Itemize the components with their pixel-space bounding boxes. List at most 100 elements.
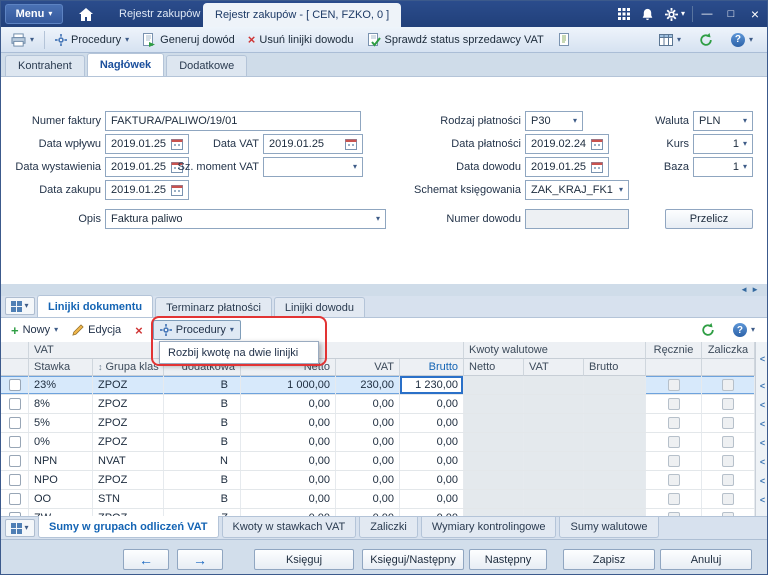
numer-faktury-input[interactable]: FAKTURA/PALIWO/19/01 [105,111,361,131]
row-checkbox[interactable] [9,436,21,448]
cell-brutto[interactable]: 0,00 [400,452,464,470]
header-tab[interactable]: Kontrahent [5,55,85,76]
group-recznie[interactable]: Ręcznie [646,342,702,359]
cell-stawka[interactable]: 23% [29,376,93,394]
cell-recznie[interactable] [646,433,702,451]
cell-recznie[interactable] [646,414,702,432]
minimize-button[interactable]: — [695,1,719,27]
cell-rodzaj[interactable]: B [164,414,241,432]
help-button[interactable]: ? ▾ [726,31,758,49]
bell-icon[interactable] [641,8,654,21]
cell-stawka[interactable]: NPO [29,471,93,489]
recznie-checkbox[interactable] [668,417,680,429]
row-select-cell[interactable] [1,471,29,489]
maximize-button[interactable]: □ [719,1,743,27]
chevron-down-icon[interactable]: ▾ [743,163,747,171]
chevron-down-icon[interactable]: ▾ [573,117,577,125]
recznie-checkbox[interactable] [668,379,680,391]
col-grupa-klas[interactable]: ↕Grupa klas [93,359,164,376]
col-vat[interactable]: VAT [336,359,400,376]
rodzaj-platnosci-select[interactable]: P30▾ [525,111,583,131]
row-select-cell[interactable] [1,395,29,413]
new-line-button[interactable]: + Nowy ▾ [7,320,62,340]
collapse-icon[interactable]: < [756,452,768,471]
ksieguj-button[interactable]: Księguj [254,549,354,570]
kurs-input[interactable]: 1▾ [693,134,753,154]
anuluj-button[interactable]: Anuluj [660,549,752,570]
cell-grupa[interactable]: NVAT [93,452,164,470]
edit-line-button[interactable]: Edycja [68,320,125,340]
cell-netto[interactable]: 0,00 [241,471,336,489]
col-vat-walutowe[interactable]: VAT [524,359,584,376]
collapse-icon[interactable]: < [756,433,768,452]
calendar-icon[interactable] [171,184,183,196]
grid-layout-button[interactable]: ▾ [5,297,35,315]
cell-zaliczka[interactable] [702,376,755,394]
collapse-icon[interactable]: < [756,342,768,376]
table-row[interactable]: 8% ZPOZ B 0,00 0,00 0,00 [1,395,755,414]
header-tab[interactable]: Dodatkowe [166,55,247,76]
cell-rodzaj[interactable]: Z [164,509,241,516]
table-row[interactable]: OO STN B 0,00 0,00 0,00 [1,490,755,509]
cell-zaliczka[interactable] [702,414,755,432]
group-kwoty-walutowe[interactable]: Kwoty walutowe [464,342,646,359]
cell-rodzaj[interactable]: B [164,471,241,489]
cell-netto[interactable]: 1 000,00 [241,376,336,394]
zapisz-button[interactable]: Zapisz [563,549,655,570]
row-collapse-strip[interactable]: < < < < < < < < < [755,342,768,516]
row-checkbox[interactable] [9,417,21,429]
cell-brutto[interactable]: 0,00 [400,433,464,451]
lines-tab[interactable]: Terminarz płatności [155,297,272,317]
cell-stawka[interactable]: OO [29,490,93,508]
schemat-ksiegowania-select[interactable]: ZAK_KRAJ_FK1▾ [525,180,629,200]
summary-tab[interactable]: Wymiary kontrolingowe [421,517,557,538]
delete-line-button[interactable]: × [131,320,147,340]
table-row[interactable]: NPO ZPOZ B 0,00 0,00 0,00 [1,471,755,490]
row-select-cell[interactable] [1,490,29,508]
close-button[interactable]: × [743,1,767,27]
table-row[interactable]: 5% ZPOZ B 0,00 0,00 0,00 [1,414,755,433]
cell-recznie[interactable] [646,452,702,470]
chevron-down-icon[interactable]: ▾ [353,163,357,171]
cell-vat[interactable]: 0,00 [336,395,400,413]
recznie-checkbox[interactable] [668,455,680,467]
col-brutto[interactable]: Brutto [400,359,464,376]
cell-grupa[interactable]: ZPOZ [93,414,164,432]
collapse-icon[interactable]: < [756,490,768,509]
cell-stawka[interactable]: NPN [29,452,93,470]
grid-help-button[interactable]: ? ▾ [729,320,759,340]
summary-tab[interactable]: Sumy w grupach odliczeń VAT [38,516,219,538]
cell-vat[interactable]: 0,00 [336,452,400,470]
data-zakupu-input[interactable]: 2019.01.25 [105,180,189,200]
cell-zaliczka[interactable] [702,433,755,451]
zaliczka-checkbox[interactable] [722,379,734,391]
cell-recznie[interactable] [646,471,702,489]
chevron-down-icon[interactable]: ▾ [619,186,623,194]
refresh-button[interactable] [694,31,718,49]
titlebar-active-document-tab[interactable]: Rejestr zakupów - [ CEN, FZKO, 0 ] [203,3,401,27]
gear-button[interactable]: ▾ [665,8,685,21]
summary-tab[interactable]: Sumy walutowe [559,517,658,538]
cell-grupa[interactable]: ZPOZ [93,376,164,394]
apps-grid-icon[interactable] [618,8,630,20]
chevron-down-icon[interactable]: ▾ [743,117,747,125]
cell-grupa[interactable]: ZPOZ [93,509,164,516]
collapse-icon[interactable]: < [756,509,768,516]
row-select-cell[interactable] [1,433,29,451]
recznie-checkbox[interactable] [668,474,680,486]
row-select-cell[interactable] [1,414,29,432]
row-checkbox[interactable] [9,398,21,410]
table-row[interactable]: NPN NVAT N 0,00 0,00 0,00 [1,452,755,471]
grid-refresh-button[interactable] [697,320,719,340]
sz-moment-vat-select[interactable]: ▾ [263,157,363,177]
collapse-icon[interactable]: < [756,395,768,414]
cell-netto[interactable]: 0,00 [241,509,336,516]
cell-zaliczka[interactable] [702,509,755,516]
columns-layout-button[interactable]: ▾ [654,32,686,48]
cell-stawka[interactable]: 8% [29,395,93,413]
table-row[interactable]: 0% ZPOZ B 0,00 0,00 0,00 [1,433,755,452]
row-checkbox[interactable] [9,379,21,391]
lines-tab[interactable]: Linijki dokumentu [37,295,153,317]
cell-recznie[interactable] [646,490,702,508]
summary-tab[interactable]: Zaliczki [359,517,418,538]
